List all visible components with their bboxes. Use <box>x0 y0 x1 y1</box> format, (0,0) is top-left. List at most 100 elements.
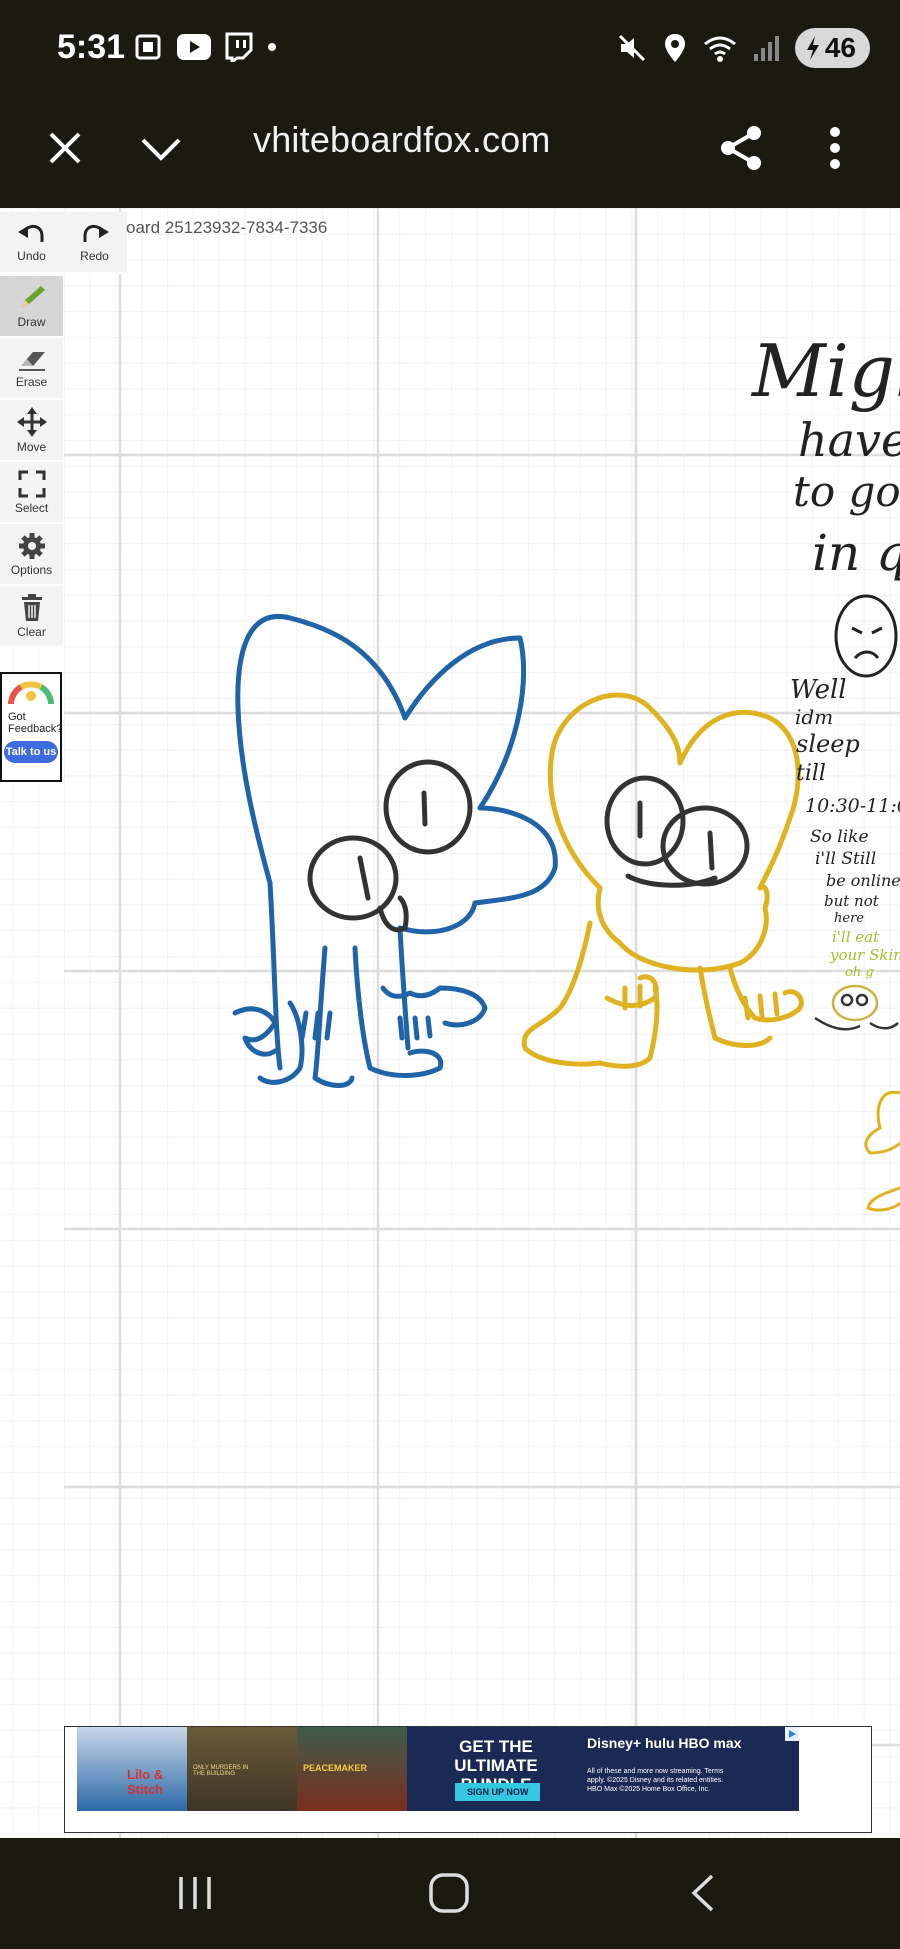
note-line-6: idm <box>795 705 833 729</box>
undo-label: Undo <box>17 248 46 263</box>
url-text[interactable]: vhiteboardfox.com <box>253 119 551 161</box>
draw-label: Draw <box>17 314 46 329</box>
ad-poster-1-title: Lilo & Stitch <box>127 1767 164 1797</box>
system-icons: 46 <box>617 28 870 68</box>
dot-icon <box>268 43 276 51</box>
redo-button[interactable]: Redo <box>63 212 126 274</box>
ad-choices-icon[interactable] <box>785 1727 799 1741</box>
ad-banner[interactable]: Lilo & Stitch ONLY MURDERS IN THE BUILDI… <box>64 1726 872 1833</box>
recents-button[interactable] <box>170 1870 220 1916</box>
note-line-12: be online <box>826 871 900 890</box>
signal-icon <box>753 36 779 61</box>
eraser-icon <box>18 351 45 371</box>
undo-redo-group: Undo Redo <box>0 212 127 274</box>
home-icon <box>429 1873 469 1913</box>
system-nav-bar <box>0 1838 900 1949</box>
ad-signup-button[interactable]: SIGN UP NOW <box>455 1783 541 1801</box>
screenshot-icon <box>135 34 161 60</box>
close-icon <box>49 132 81 164</box>
ad-cta-panel[interactable]: GET THE ULTIMATE BUNDLE SIGN UP NOW Disn… <box>407 1727 799 1811</box>
close-tab-button[interactable] <box>45 125 85 171</box>
kebab-menu-icon <box>830 127 840 169</box>
note-line-13: but not <box>824 892 880 910</box>
note-line-2: have <box>798 413 900 467</box>
redo-icon <box>83 224 109 242</box>
home-button[interactable] <box>424 1868 474 1918</box>
back-icon <box>691 1874 714 1912</box>
whiteboard-drawings: Migh have to go in q Well idm sleep till… <box>232 329 900 1212</box>
move-tool-button[interactable]: Move <box>0 400 63 462</box>
chevron-down-icon <box>141 138 181 161</box>
tool-palette: Draw Erase Move Select Options Clear <box>0 276 64 648</box>
note-line-7: sleep <box>796 730 860 758</box>
yellow-note-1: i'll eat <box>832 928 880 946</box>
note-line-11: i'll Still <box>815 849 876 869</box>
select-icon <box>18 470 45 497</box>
select-label: Select <box>14 500 49 515</box>
yellow-character-drawing <box>521 692 804 1069</box>
note-line-10: So like <box>810 827 869 847</box>
minimize-button[interactable] <box>138 129 184 169</box>
ad-brands: Disney+ hulu HBO max <box>587 1735 742 1751</box>
clear-label: Clear <box>17 624 46 639</box>
more-options-button[interactable] <box>822 123 848 173</box>
trash-icon <box>21 593 42 621</box>
yellow-note-3: oh g <box>845 965 874 980</box>
ad-poster-3: PEACEMAKER <box>297 1727 407 1811</box>
move-label: Move <box>16 439 47 454</box>
small-crying-doodle <box>814 984 899 1031</box>
notification-icons <box>133 32 277 62</box>
browser-bar: vhiteboardfox.com <box>0 95 900 208</box>
note-line-9: 10:30-11:00 <box>805 795 900 817</box>
options-label: Options <box>10 562 53 577</box>
blue-character-face <box>307 759 473 933</box>
blue-character-drawing <box>232 614 558 1088</box>
ad-poster-2: ONLY MURDERS IN THE BUILDING <box>187 1727 297 1811</box>
handwriting-notes: Migh have to go in q Well idm sleep till… <box>750 329 900 926</box>
battery-indicator: 46 <box>794 28 870 68</box>
yellow-handwriting: i'll eat your Skin oh g <box>829 928 900 980</box>
ad-poster-3-title: PEACEMAKER <box>303 1763 368 1773</box>
twitch-icon <box>225 32 253 62</box>
feedback-text: Feedback? <box>8 723 63 735</box>
talk-to-us-button[interactable]: Talk to us <box>4 741 58 763</box>
draw-tool-button[interactable]: Draw <box>0 276 63 338</box>
undo-button[interactable]: Undo <box>0 212 63 274</box>
options-tool-button[interactable]: Options <box>0 524 63 586</box>
erase-tool-button[interactable]: Erase <box>0 338 63 400</box>
charging-icon <box>806 36 819 60</box>
move-icon <box>16 406 47 437</box>
yellow-character-face <box>604 775 750 888</box>
back-button[interactable] <box>680 1868 726 1918</box>
location-icon <box>664 34 685 62</box>
partial-yellow-doodle <box>864 1090 900 1212</box>
ad-fine-print: All of these and more now streaming. Ter… <box>587 1768 724 1793</box>
board-id-label: oard 25123932-7834-7336 <box>126 218 328 237</box>
note-line-3: to go <box>793 467 900 516</box>
ad-content[interactable]: Lilo & Stitch ONLY MURDERS IN THE BUILDI… <box>77 1727 799 1811</box>
undo-icon <box>17 224 43 242</box>
share-button[interactable] <box>716 123 766 173</box>
ad-poster-1: Lilo & Stitch <box>77 1727 187 1811</box>
note-line-8: till <box>796 761 826 786</box>
erase-label: Erase <box>15 374 48 389</box>
note-line-4: in q <box>812 524 900 582</box>
yellow-note-2: your Skin <box>829 946 900 964</box>
wifi-icon <box>703 36 736 62</box>
mute-icon <box>618 34 645 62</box>
youtube-icon <box>177 34 211 60</box>
pencil-icon <box>20 285 45 308</box>
share-icon <box>721 126 761 170</box>
feedback-widget[interactable]: Got Feedback? Talk to us <box>0 672 62 782</box>
redo-label: Redo <box>80 248 109 263</box>
gauge-icon <box>8 681 54 705</box>
sad-face-doodle <box>834 594 898 678</box>
ad-poster-2-title: ONLY MURDERS IN THE BUILDING <box>193 1765 249 1777</box>
select-tool-button[interactable]: Select <box>0 462 63 524</box>
note-line-1: Migh <box>750 329 900 413</box>
status-time: 5:31 <box>57 28 126 66</box>
recents-icon <box>179 1877 211 1909</box>
whiteboard-canvas[interactable]: Migh have to go in q Well idm sleep till… <box>0 208 900 1838</box>
feedback-got: Got <box>8 711 26 723</box>
clear-tool-button[interactable]: Clear <box>0 586 63 648</box>
